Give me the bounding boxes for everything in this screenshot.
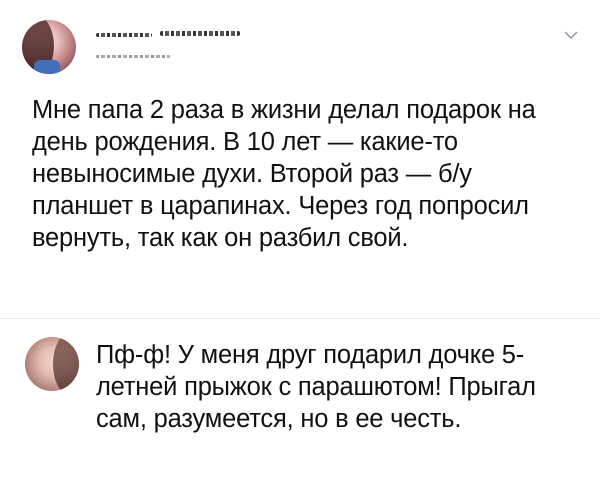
avatar-shirt — [34, 60, 60, 74]
redacted-author-surname[interactable] — [160, 31, 240, 36]
author-avatar[interactable] — [22, 20, 76, 74]
commenter-avatar[interactable] — [25, 337, 79, 391]
post: Мне папа 2 раза в жизни делал подарок на… — [0, 0, 600, 318]
chevron-down-icon[interactable] — [564, 30, 578, 40]
redacted-post-date — [96, 55, 170, 58]
avatar-hair — [53, 337, 79, 391]
comment: Пф-ф! У меня друг подарил дочке 5-летней… — [0, 319, 600, 488]
comment-text: Пф-ф! У меня друг подарил дочке 5-летней… — [96, 341, 536, 433]
redacted-author-name[interactable] — [96, 33, 152, 37]
post-text: Мне папа 2 раза в жизни делал подарок на… — [32, 96, 536, 252]
